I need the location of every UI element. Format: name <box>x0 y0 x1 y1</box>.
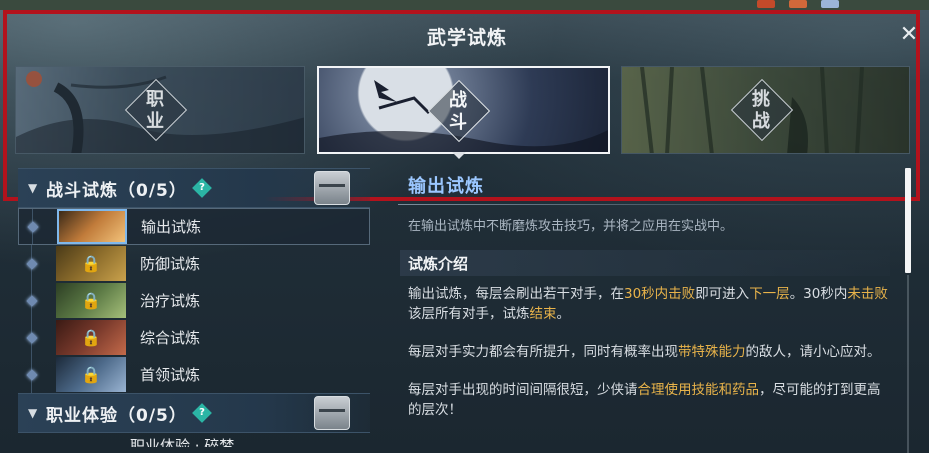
body-text: 输出试炼，每层会刷出若干对手，在 <box>408 286 624 302</box>
trial-label: 职业体验 · 碎梦 <box>130 437 235 447</box>
lock-icon: 🔒 <box>81 291 101 310</box>
tab-challenge[interactable]: 挑战 <box>621 66 910 154</box>
group-title: 战斗试炼（0/5） <box>46 180 187 201</box>
body-text: 即可进入 <box>695 286 750 302</box>
hud-icon[interactable] <box>789 0 807 8</box>
group-header-profession[interactable]: ▼ 职业体验（0/5） ? <box>18 393 370 433</box>
window-title: 武学试炼 <box>426 26 507 49</box>
trial-label: 首领试炼 <box>140 366 201 384</box>
scrollbar-thumb[interactable] <box>905 168 911 273</box>
chevron-down-icon: ▼ <box>28 406 38 420</box>
highlight-text: 带特殊能力 <box>678 344 746 360</box>
tab-label: 战斗 <box>449 90 467 133</box>
window-title-bar: 武学试炼 ✕ <box>12 14 922 58</box>
list-item[interactable]: 🔒 治疗试炼 <box>18 282 370 319</box>
node-dot-icon <box>27 220 39 233</box>
help-icon[interactable]: ? <box>191 403 212 423</box>
chevron-down-icon: ▼ <box>28 181 38 195</box>
body-text: 该层所有对手，试炼 <box>408 306 530 322</box>
combat-trial-list: 输出试炼 🔒 防御试炼 🔒 治疗试炼 🔒 综合试炼 🔒 首领试炼 <box>18 208 370 393</box>
node-dot-icon <box>26 368 38 381</box>
highlight-text: 30秒内击败 <box>624 286 696 302</box>
description-paragraph: 每层对手实力都会有所提升，同时有概率出现带特殊能力的敌人，请小心应对。 <box>408 342 888 362</box>
section-header: 试炼介绍 <box>400 250 890 276</box>
trial-label: 综合试炼 <box>140 329 201 347</box>
node-dot-icon <box>26 257 38 270</box>
group-header-combat[interactable]: ▼ 战斗试炼（0/5） ? <box>18 168 370 208</box>
detail-description: 输出试炼，每层会刷出若干对手，在30秒内击败即可进入下一层。30秒内未击败该层所… <box>398 284 898 420</box>
node-dot-icon <box>26 331 38 344</box>
lock-icon: 🔒 <box>81 328 101 347</box>
highlight-text: 下一层 <box>749 286 790 302</box>
highlight-text: 未击败 <box>847 286 888 302</box>
trial-thumbnail: 🔒 <box>56 357 126 392</box>
close-icon[interactable]: ✕ <box>896 22 922 48</box>
body-text: 每层对手实力都会有所提升，同时有概率出现 <box>408 344 678 360</box>
trial-label: 防御试炼 <box>140 255 201 273</box>
trial-detail-panel: 输出试炼 在输出试炼中不断磨炼攻击技巧，并将之应用在实战中。 试炼介绍 输出试炼… <box>398 168 898 453</box>
hud-icon[interactable] <box>757 0 775 8</box>
lock-icon: 🔒 <box>81 365 101 384</box>
trial-label: 输出试炼 <box>141 218 202 236</box>
tab-label: 挑战 <box>752 89 770 132</box>
list-item[interactable]: 🔒 首领试炼 <box>18 356 370 393</box>
trial-thumbnail: 🔒 <box>56 283 126 318</box>
trial-thumbnail: 🔒 <box>56 320 126 355</box>
list-item[interactable]: 🔒 防御试炼 <box>18 245 370 282</box>
detail-subtitle: 在输出试炼中不断磨炼攻击技巧，并将之应用在实战中。 <box>408 219 734 234</box>
tab-combat[interactable]: 战斗 <box>317 66 610 154</box>
highlight-text: 合理使用技能和药品 <box>637 382 760 398</box>
body-text: 每层对手出现的时间间隔很短，少侠请 <box>408 382 638 398</box>
trial-thumbnail <box>57 209 127 244</box>
reward-chest-icon[interactable] <box>314 171 350 205</box>
list-item[interactable]: 🔒 综合试炼 <box>18 319 370 356</box>
category-tabs: 职业 战斗 挑战 <box>15 66 910 154</box>
tab-label: 职业 <box>146 89 164 132</box>
help-icon[interactable]: ? <box>191 178 212 198</box>
section-title: 试炼介绍 <box>408 254 469 273</box>
trial-list-panel: ▼ 战斗试炼（0/5） ? 输出试炼 🔒 防御试炼 🔒 治疗试炼 🔒 综合试炼 … <box>18 168 370 453</box>
body-text: 。30秒内 <box>789 286 848 302</box>
body-text: 的敌人，请小心应对。 <box>745 344 881 360</box>
divider <box>398 204 868 205</box>
trial-label: 治疗试炼 <box>140 292 201 310</box>
list-item[interactable]: 职业体验 · 碎梦 <box>18 433 370 447</box>
description-paragraph: 输出试炼，每层会刷出若干对手，在30秒内击败即可进入下一层。30秒内未击败该层所… <box>408 284 888 324</box>
list-item[interactable]: 输出试炼 <box>18 208 370 245</box>
trial-thumbnail: 🔒 <box>56 246 126 281</box>
selected-tab-pointer <box>452 152 466 159</box>
lock-icon: 🔒 <box>81 254 101 273</box>
reward-chest-icon[interactable] <box>314 396 350 430</box>
description-paragraph: 每层对手出现的时间间隔很短，少侠请合理使用技能和药品，尽可能的打到更高的层次！ <box>408 380 888 420</box>
tab-profession[interactable]: 职业 <box>15 66 305 154</box>
hud-icon[interactable] <box>821 0 839 8</box>
scrollbar-track[interactable] <box>907 275 909 453</box>
group-title: 职业体验（0/5） <box>46 405 187 426</box>
highlight-text: 结束 <box>529 306 557 322</box>
top-hud-strip <box>0 0 929 10</box>
detail-title: 输出试炼 <box>408 176 484 197</box>
node-dot-icon <box>26 294 38 307</box>
body-text: 。 <box>556 306 571 322</box>
